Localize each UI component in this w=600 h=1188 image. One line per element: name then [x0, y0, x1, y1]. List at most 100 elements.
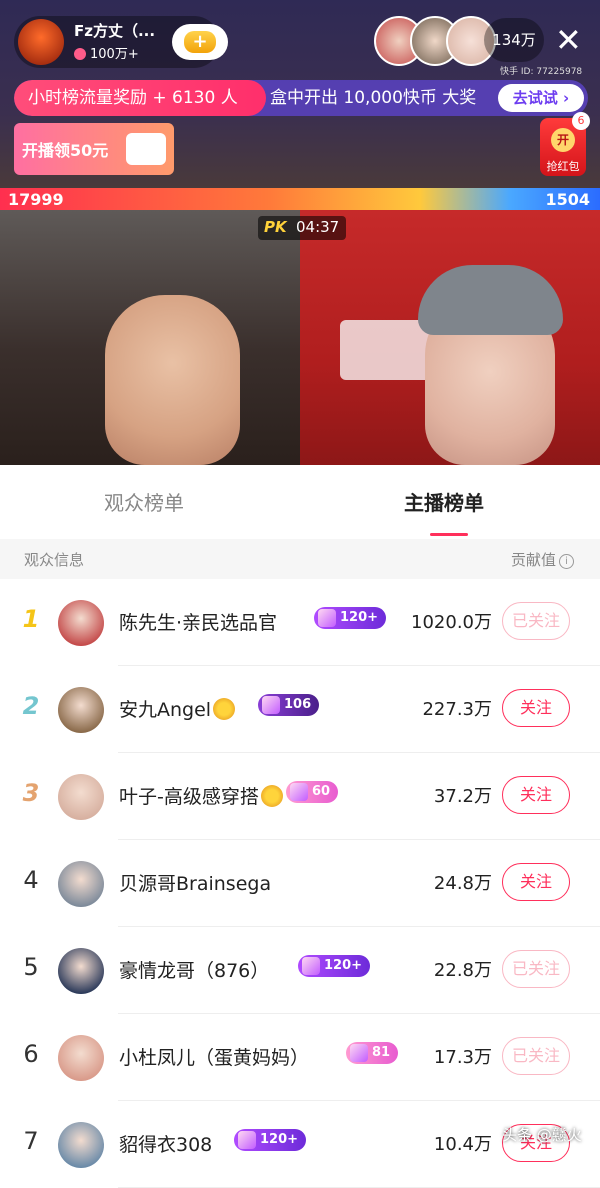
- ranking-row[interactable]: 2 安九Angel 106 227.3万 关注: [0, 666, 600, 753]
- rank-number: 3: [22, 779, 40, 807]
- user-name[interactable]: 叶子-高级感穿搭: [119, 782, 283, 809]
- user-name-text: 贝源哥Brainsega: [119, 873, 272, 895]
- user-name[interactable]: 贝源哥Brainsega: [119, 869, 271, 896]
- contribution-score: 227.3万: [422, 699, 492, 720]
- gem-icon: [350, 1044, 368, 1062]
- gem-icon: [238, 1131, 256, 1149]
- pk-logo: PK: [264, 218, 287, 236]
- follow-button[interactable]: 关注: [502, 863, 570, 901]
- follow-button[interactable]: 关注: [502, 689, 570, 727]
- user-level-text: 60: [312, 784, 331, 799]
- column-contribution-label: 贡献值: [510, 551, 556, 569]
- kuaishou-id: 快手 ID: 77225978: [500, 67, 583, 77]
- user-level-badge: 120+: [234, 1129, 307, 1151]
- ranking-row[interactable]: 4 贝源哥Brainsega 24.8万 关注: [0, 840, 600, 927]
- follow-anchor-button[interactable]: +: [172, 24, 228, 60]
- right-streamer-hair: [418, 265, 563, 335]
- user-name-text: 安九Angel: [119, 699, 212, 721]
- contribution-score: 17.3万: [433, 1047, 492, 1068]
- user-avatar[interactable]: [58, 948, 104, 994]
- user-level-badge: 120+: [298, 955, 371, 977]
- user-level-text: 120+: [340, 610, 379, 625]
- live-stream-area: Fz方丈（... 100万+ + 134万 ✕ 快手 ID: 77225978 …: [0, 0, 600, 465]
- user-avatar[interactable]: [58, 687, 104, 733]
- red-packet-open-icon: 开: [551, 128, 575, 152]
- hourly-rank-reward: 小时榜流量奖励 + 6130 人: [14, 80, 266, 116]
- right-video-feed: [300, 210, 600, 465]
- user-name[interactable]: 陈先生·亲民选品官: [119, 608, 277, 635]
- user-name[interactable]: 貂得衣308: [119, 1130, 212, 1157]
- contribution-score: 37.2万: [433, 786, 492, 807]
- ranking-row[interactable]: 6 小杜凤儿（蛋黄妈妈） 81 17.3万 已关注: [0, 1014, 600, 1101]
- tab-anchor-ranking[interactable]: 主播榜单: [404, 487, 484, 516]
- user-level-badge: 106: [258, 694, 320, 716]
- heart-icon: [74, 48, 86, 60]
- try-button[interactable]: 去试试 ›: [498, 84, 584, 112]
- anchor-likes-value: 100万+: [90, 47, 139, 62]
- red-envelope-icon: [126, 133, 166, 165]
- user-level-badge: 60: [286, 781, 339, 803]
- plus-icon: +: [184, 31, 216, 53]
- user-level-text: 81: [372, 1045, 391, 1060]
- followed-button[interactable]: 已关注: [502, 1037, 570, 1075]
- ranking-row[interactable]: 1 陈先生·亲民选品官 120+ 1020.0万 已关注: [0, 579, 600, 666]
- info-icon[interactable]: i: [559, 554, 574, 569]
- followed-button[interactable]: 已关注: [502, 950, 570, 988]
- user-name-text: 陈先生·亲民选品官: [119, 612, 278, 634]
- pk-right-score: 1504: [545, 190, 590, 209]
- followed-button[interactable]: 已关注: [502, 602, 570, 640]
- anchor-name: Fz方丈（...: [74, 22, 156, 40]
- user-avatar[interactable]: [58, 861, 104, 907]
- follow-button[interactable]: 关注: [502, 776, 570, 814]
- gem-icon: [302, 957, 320, 975]
- user-level-badge: 81: [346, 1042, 399, 1064]
- gem-icon: [290, 783, 308, 801]
- user-level-text: 120+: [324, 958, 363, 973]
- gem-icon: [262, 696, 280, 714]
- anchor-avatar[interactable]: [18, 19, 64, 65]
- anchor-info[interactable]: Fz方丈（... 100万+ +: [14, 16, 228, 68]
- left-streamer-face: [105, 295, 240, 465]
- left-video-feed: [0, 210, 300, 465]
- ranking-row[interactable]: 3 叶子-高级感穿搭 60 37.2万 关注: [0, 753, 600, 840]
- user-name-text: 豪情龙哥（876）: [119, 960, 270, 982]
- user-name-text: 小杜凤儿（蛋黄妈妈）: [119, 1047, 310, 1069]
- user-avatar[interactable]: [58, 600, 104, 646]
- pk-left-score: 17999: [8, 190, 64, 209]
- contribution-score: 24.8万: [433, 873, 492, 894]
- rank-number: 5: [23, 953, 39, 981]
- rank-number: 2: [22, 692, 40, 720]
- live-gift-banner[interactable]: 开播领50元: [14, 123, 174, 175]
- lion-icon: [213, 698, 236, 720]
- promo-banner[interactable]: 盒中开出 10,000快币 大奖 小时榜流量奖励 + 6130 人 去试试 ›: [14, 80, 588, 116]
- column-audience-info: 观众信息: [24, 551, 85, 569]
- live-gift-text: 开播领50元: [22, 141, 109, 160]
- user-avatar[interactable]: [58, 1035, 104, 1081]
- column-header: 观众信息 贡献值 i: [0, 539, 600, 579]
- user-name-text: 貂得衣308: [119, 1134, 213, 1156]
- rank-number: 4: [23, 866, 39, 894]
- user-name[interactable]: 豪情龙哥（876）: [119, 956, 269, 983]
- user-avatar[interactable]: [58, 1122, 104, 1168]
- user-name[interactable]: 小杜凤儿（蛋黄妈妈）: [119, 1043, 309, 1070]
- close-icon[interactable]: ✕: [555, 22, 582, 58]
- pk-timer: PK 04:37: [258, 216, 346, 240]
- user-name[interactable]: 安九Angel: [119, 695, 236, 722]
- user-name-text: 叶子-高级感穿搭: [119, 786, 259, 808]
- active-tab-indicator: [430, 533, 468, 536]
- user-level-badge: 120+: [314, 607, 387, 629]
- red-packet-button[interactable]: 6 开 抢红包: [540, 112, 590, 176]
- lion-icon: [260, 785, 283, 807]
- ranking-sheet: 观众榜单 主播榜单 观众信息 贡献值 i 1 陈先生·亲民选品官 120+ 1020.0…: [0, 465, 600, 1188]
- user-avatar[interactable]: [58, 774, 104, 820]
- ranking-row[interactable]: 5 豪情龙哥（876） 120+ 22.8万 已关注: [0, 927, 600, 1014]
- tab-audience-ranking[interactable]: 观众榜单: [104, 487, 184, 516]
- column-contribution: 贡献值 i: [511, 549, 574, 570]
- pk-score-bar: 17999 1504: [0, 188, 600, 210]
- red-packet-label: 抢红包: [546, 160, 580, 173]
- promo-message: 盒中开出 10,000快币 大奖: [270, 88, 477, 108]
- contribution-score: 1020.0万: [411, 612, 492, 633]
- viewer-count[interactable]: 134万: [484, 18, 544, 62]
- user-level-text: 120+: [260, 1132, 299, 1147]
- rank-number: 6: [23, 1040, 39, 1068]
